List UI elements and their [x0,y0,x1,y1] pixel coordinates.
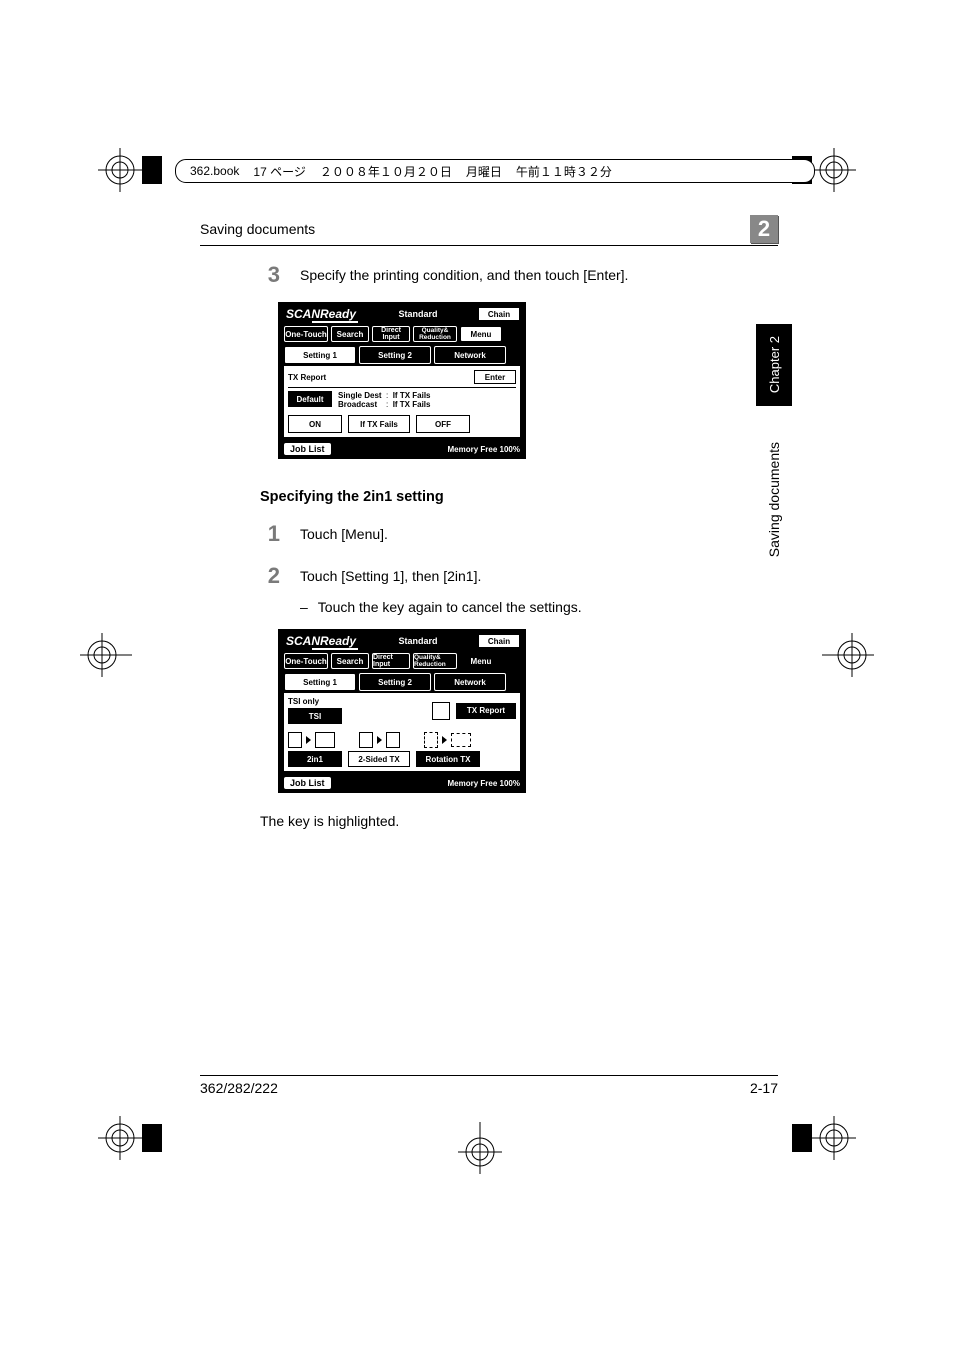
crop-mark-tl [72,140,162,200]
rotation-tx-button[interactable]: Rotation TX [416,751,480,767]
panel1-row-settings: Setting 1 Setting 2 Network [280,344,524,366]
page-icon-2 [315,732,335,748]
print-header-weekday: 月曜日 [466,163,502,180]
chain-button[interactable]: Chain [478,307,520,321]
highlight-note: The key is highlighted. [260,813,778,829]
panel2-row-settings: Setting 1 Setting 2 Network [280,671,524,693]
one-touch-tab[interactable]: One-Touch [284,326,328,342]
print-header: 362.book 17 ページ ２００８年１０月２０日 月曜日 午前１１時３２分 [175,159,815,183]
single-dest-label: Single Dest [338,391,382,400]
menu-tab-2[interactable]: Menu [460,653,502,669]
stamp-icon [432,702,450,720]
panel2-body: TSI only TSI TX Report 2in1 [284,693,520,771]
direct-input-tab[interactable]: Direct Input [372,326,410,342]
section-title-2in1: Specifying the 2in1 setting [260,489,778,505]
off-button[interactable]: OFF [416,415,470,433]
setting1-button-2[interactable]: Setting 1 [284,673,356,691]
chain-button-2[interactable]: Chain [478,634,520,648]
step-2-sub: – Touch the key again to cancel the sett… [300,599,778,615]
network-button-2[interactable]: Network [434,673,506,691]
quality-reduction-tab[interactable]: Quality& Reduction [413,326,457,342]
arrow-icon-2 [377,736,382,744]
job-list-button-2[interactable]: Job List [284,777,331,789]
arrow-icon-3 [442,736,447,744]
running-head-marker: 2 [750,215,778,243]
enter-button[interactable]: Enter [474,370,516,384]
crop-mark-bc [450,1122,510,1182]
step-1-text: Touch [Menu]. [300,521,388,547]
print-header-page: 17 ページ [253,163,305,180]
panel2-scanready: SCANReady [286,634,356,648]
rotate-icon-2 [451,733,471,747]
quality-reduction-tab-2[interactable]: Quality& Reduction [413,653,457,669]
search-tab[interactable]: Search [331,326,369,342]
on-button[interactable]: ON [288,415,342,433]
network-button[interactable]: Network [434,346,506,364]
footer-model: 362/282/222 [200,1080,278,1096]
step-3-text: Specify the printing condition, and then… [300,262,628,288]
job-list-button[interactable]: Job List [284,443,331,455]
step-2-num: 2 [250,563,280,589]
step-1: 1 Touch [Menu]. [250,521,778,547]
panel2-row-tabs: One-Touch Search Direct Input Quality& R… [280,651,524,671]
panel1-scanready: SCANReady [286,307,356,321]
panel2-standard: Standard [358,636,478,646]
panel2-joblist: Job List Memory Free 100% [280,775,524,791]
doc-icon-1 [359,732,373,748]
panel1-row-tabs: One-Touch Search Direct Input Quality& R… [280,324,524,344]
page-icon-1 [288,732,302,748]
panel1-body: TX Report Enter Default Single Dest : If… [284,366,520,437]
page-area: Saving documents 2 3 Specify the printin… [200,215,778,829]
print-header-date: ２００８年１０月２０日 [320,163,452,180]
arrow-icon-1 [306,736,311,744]
step-1-num: 1 [250,521,280,547]
crop-mark-mr [822,625,882,685]
tx-report-label: TX Report [288,373,326,382]
tsi-button[interactable]: TSI [288,708,342,724]
default-button[interactable]: Default [288,391,332,407]
setting2-button[interactable]: Setting 2 [359,346,431,364]
step-3: 3 Specify the printing condition, and th… [250,262,778,288]
running-head-title: Saving documents [200,221,315,237]
page-footer: 362/282/222 2-17 [200,1075,778,1096]
tx-report-button[interactable]: TX Report [456,703,516,719]
panel1-standard: Standard [358,309,478,319]
step-3-num: 3 [250,262,280,288]
panel1-joblist: Job List Memory Free 100% [280,441,524,457]
rotate-icon-1 [424,732,438,748]
tsi-only-label: TSI only [288,697,426,706]
doc-icon-2 [386,732,400,748]
crop-mark-br [792,1108,882,1168]
lcd-panel-2: SCANReady Standard Chain One-Touch Searc… [278,629,526,793]
footer-page: 2-17 [750,1080,778,1096]
crop-mark-ml [72,625,132,685]
search-tab-2[interactable]: Search [331,653,369,669]
step-2-text: Touch [Setting 1], then [2in1]. [300,563,481,589]
if-tx-fails-button[interactable]: If TX Fails [348,415,410,433]
print-header-time: 午前１１時３２分 [516,163,612,180]
direct-input-tab-2[interactable]: Direct Input [372,653,410,669]
2in1-button[interactable]: 2in1 [288,751,342,767]
crop-mark-bl [72,1108,162,1168]
running-head: Saving documents 2 [200,215,778,246]
menu-tab[interactable]: Menu [460,326,502,342]
setting1-button[interactable]: Setting 1 [284,346,356,364]
panel1-top: SCANReady Standard Chain [280,304,524,324]
broadcast-label: Broadcast [338,400,377,409]
2sided-tx-button[interactable]: 2-Sided TX [348,751,410,767]
setting2-button-2[interactable]: Setting 2 [359,673,431,691]
step-2: 2 Touch [Setting 1], then [2in1]. [250,563,778,589]
panel2-top: SCANReady Standard Chain [280,631,524,651]
lcd-panel-1: SCANReady Standard Chain One-Touch Searc… [278,302,526,459]
print-header-file: 362.book [190,164,239,178]
one-touch-tab-2[interactable]: One-Touch [284,653,328,669]
